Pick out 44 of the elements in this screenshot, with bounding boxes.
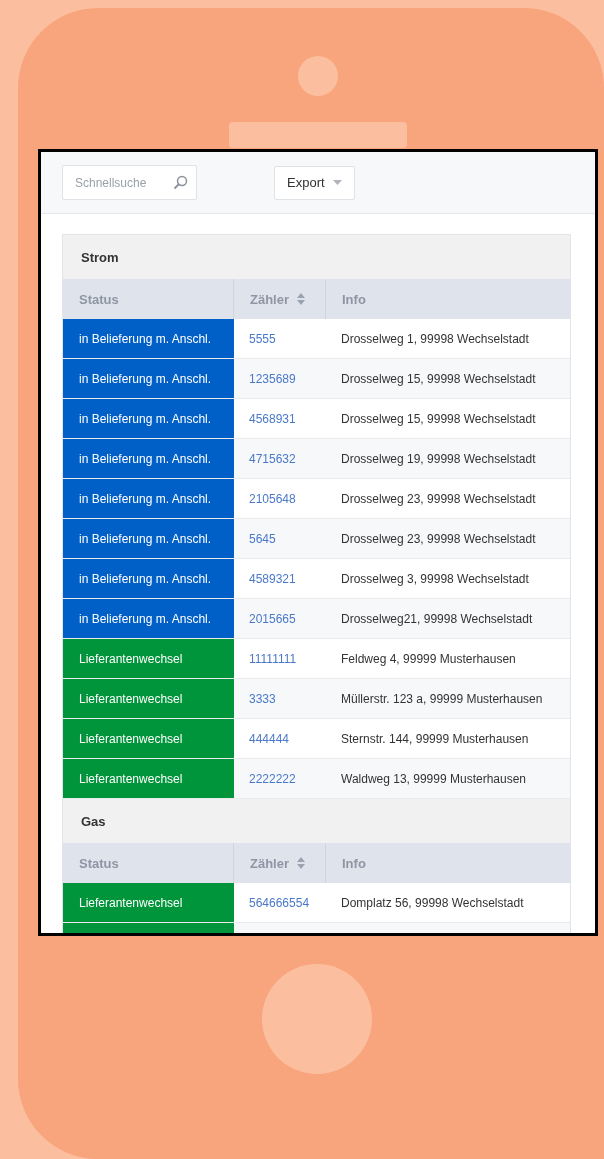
column-header[interactable]: Zähler [234, 279, 326, 319]
status-cell: in Belieferung m. Anschl. [63, 519, 234, 559]
column-label: Zähler [250, 855, 289, 871]
table-cell: Müllerstr. 123 a, 99999 Musterhausen [326, 679, 570, 719]
column-header[interactable]: Zähler [234, 843, 326, 883]
status-cell: Lieferantenwechsel [63, 719, 234, 759]
status-cell: in Belieferung m. Anschl. [63, 359, 234, 399]
export-button[interactable]: Export [274, 165, 355, 200]
column-label: Status [79, 855, 119, 871]
table-cell: Drosselweg 23, 99998 Wechselstadt [326, 519, 570, 559]
column-label: Info [342, 291, 366, 307]
meter-link[interactable]: 2222222 [234, 759, 326, 799]
status-cell: Lieferantenwechsel [63, 639, 234, 679]
table-cell: Drosselweg 15, 99998 Wechselstadt [326, 359, 570, 399]
status-cell: Lieferantenwechsel [63, 883, 234, 923]
meter-link[interactable]: 5645 [234, 519, 326, 559]
section-title: Strom [63, 235, 570, 279]
meter-link[interactable]: 4715632 [234, 439, 326, 479]
search-input[interactable]: Schnellsuche [73, 174, 173, 191]
table-cell: Drosselweg21, 99998 Wechselstadt [326, 599, 570, 639]
table-cell: Drosselweg 19, 99998 Wechselstadt [326, 439, 570, 479]
column-label: Zähler [250, 291, 289, 307]
table-cell: Waldweg 13, 99999 Musterhausen [326, 759, 570, 799]
section-title: Gas [63, 799, 570, 843]
column-label: Status [79, 291, 119, 307]
search-icon[interactable] [173, 175, 188, 190]
meter-link[interactable]: 1235689 [234, 359, 326, 399]
status-cell: in Belieferung m. Anschl. [63, 439, 234, 479]
search-field[interactable]: Schnellsuche [62, 165, 197, 200]
sort-icon[interactable] [297, 293, 305, 305]
status-cell: in Belieferung m. Anschl. [63, 399, 234, 439]
meter-link[interactable]: 2015665 [234, 599, 326, 639]
speaker-icon [229, 122, 407, 148]
column-label: Info [342, 855, 366, 871]
status-cell: in Belieferung m. Anschl. [63, 559, 234, 599]
camera-icon [298, 56, 338, 96]
status-cell: Lieferantenwechsel [63, 759, 234, 799]
sort-icon[interactable] [297, 857, 305, 869]
caret-icon [332, 180, 342, 185]
status-cell: in Belieferung m. Anschl. [63, 479, 234, 519]
status-cell: in Belieferung m. Anschl. [63, 319, 234, 359]
status-cell: Lieferantenwechsel [63, 679, 234, 719]
meter-link[interactable]: 3333 [234, 679, 326, 719]
status-cell: in Belieferung m. Anschl. [63, 599, 234, 639]
